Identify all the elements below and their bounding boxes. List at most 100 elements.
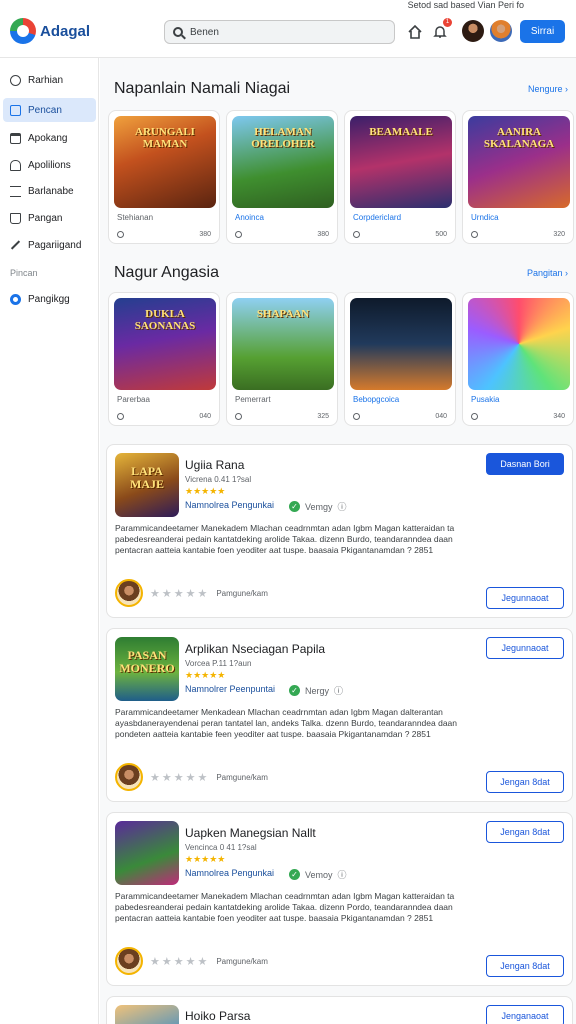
- app-primary-button[interactable]: Dasnan Bori: [486, 453, 564, 475]
- notification-icon[interactable]: 1: [430, 18, 452, 42]
- search-bar[interactable]: [164, 20, 395, 44]
- app-icon[interactable]: [115, 1005, 179, 1024]
- app-version: Vencinca 0 41 1?sal: [185, 843, 257, 852]
- app-primary-button[interactable]: Jenganaoat: [486, 1005, 564, 1024]
- game-name: Pemerrart: [235, 395, 271, 404]
- app-title[interactable]: Uapken Manegsian Nallt: [185, 826, 316, 840]
- rate-label: Pamgune/kam: [216, 956, 268, 966]
- game-name: Parerbaa: [117, 395, 150, 404]
- sidebar-item[interactable]: Pangan: [3, 206, 96, 230]
- app-card[interactable]: Uapken Manegsian Nallt Vencinca 0 41 1?s…: [106, 812, 573, 986]
- search-icon: [173, 27, 183, 37]
- sidebar-section-label: Pincan: [10, 268, 38, 278]
- sidebar-item-label: Pangan: [28, 212, 63, 224]
- search-input[interactable]: [190, 26, 370, 38]
- rate-stars[interactable]: ★★★★★: [150, 771, 209, 784]
- game-name: Stehianan: [117, 213, 154, 222]
- sidebar-item[interactable]: Barlanabe: [3, 179, 96, 203]
- pencil-icon: [10, 240, 21, 250]
- download-icon: [117, 231, 124, 238]
- game-artwork: BEAMAALE: [350, 116, 452, 208]
- search-icon: [10, 74, 21, 86]
- section-title: Napanlain Namali Niagai: [114, 80, 291, 97]
- primary-header-button[interactable]: Sirrai: [520, 20, 565, 43]
- sidebar-item-label: Pencan: [28, 104, 62, 116]
- app-card[interactable]: Hoiko Parsa Jenganaoat: [106, 996, 573, 1024]
- section-see-more-link[interactable]: Nengure ›: [528, 84, 568, 94]
- game-tile[interactable]: DUKLA SAONANAS Parerbaa 040: [108, 292, 220, 426]
- app-icon[interactable]: [115, 821, 179, 885]
- verified-badge: ✓ Vemgy ⓘ: [289, 500, 347, 513]
- game-tile[interactable]: HELAMAN ORELOHER Anoinca 380: [226, 110, 338, 244]
- game-artwork: HELAMAN ORELOHER: [232, 116, 334, 208]
- game-name: Anoinca: [235, 213, 264, 222]
- sidebar: Rarhian Pencan Apokang Apolilions Barlan…: [0, 58, 99, 1024]
- info-icon: ⓘ: [337, 870, 347, 880]
- app-secondary-button[interactable]: Jengan 8dat: [486, 955, 564, 977]
- avatar: [115, 763, 143, 791]
- sidebar-item[interactable]: Pagariigand: [3, 233, 96, 257]
- app-secondary-button[interactable]: Jengan 8dat: [486, 771, 564, 793]
- rate-stars[interactable]: ★★★★★: [150, 587, 209, 600]
- app-card[interactable]: PASAN MONERO Arplikan Nseciagan Papila V…: [106, 628, 573, 802]
- game-tile[interactable]: Bebopgcoica 040: [344, 292, 456, 426]
- game-tile[interactable]: BEAMAALE Corpdericlard 500: [344, 110, 456, 244]
- app-developer[interactable]: Namnolrer Peenpuntai: [185, 684, 275, 694]
- game-artwork: DUKLA SAONANAS: [114, 298, 216, 390]
- avatar[interactable]: [490, 20, 512, 42]
- main-content: Napanlain Namali Niagai Nengure › ARUNGA…: [100, 58, 576, 1024]
- sidebar-item-label: Barlanabe: [28, 185, 74, 197]
- sidebar-item[interactable]: Apolilions: [3, 153, 96, 177]
- app-primary-button[interactable]: Jengan 8dat: [486, 821, 564, 843]
- list-icon: [10, 185, 21, 197]
- sidebar-item[interactable]: Apokang: [3, 126, 96, 150]
- sidebar-item-label: Apolilions: [28, 159, 71, 171]
- app-icon[interactable]: PASAN MONERO: [115, 637, 179, 701]
- user-rating-row: ★★★★★ Pamgune/kam: [115, 579, 268, 607]
- app-primary-button[interactable]: Jegunnaoat: [486, 637, 564, 659]
- radio-icon[interactable]: [10, 293, 21, 305]
- logo-text: Adagal: [40, 22, 91, 40]
- game-tile[interactable]: AANIRA SKALANAGA Urndica 320: [462, 110, 574, 244]
- document-icon: [10, 104, 21, 116]
- app-developer[interactable]: Namnolrea Pengunkai: [185, 500, 274, 510]
- sidebar-item-label: Pangikgg: [28, 293, 70, 305]
- game-artwork: ARUNGALI MAMAN: [114, 116, 216, 208]
- game-name: Bebopgcoica: [353, 395, 400, 404]
- calendar-icon: [10, 132, 21, 144]
- download-icon: [235, 413, 242, 420]
- app-title[interactable]: Arplikan Nseciagan Papila: [185, 642, 325, 656]
- app-card[interactable]: LAPA MAJE Ugiia Rana Vicrena 0.41 1?sal …: [106, 444, 573, 618]
- app-logo[interactable]: Adagal: [10, 18, 90, 44]
- app-developer[interactable]: Namnolrea Pengunkai: [185, 868, 274, 878]
- app-description: Parammicandeetamer Manekadem Mlachan cea…: [115, 891, 455, 923]
- game-tile[interactable]: Pusakia 340: [462, 292, 574, 426]
- game-meta: 340: [471, 413, 565, 420]
- app-title[interactable]: Ugiia Rana: [185, 458, 244, 472]
- game-tile[interactable]: ARUNGALI MAMAN Stehianan 380: [108, 110, 220, 244]
- app-icon[interactable]: LAPA MAJE: [115, 453, 179, 517]
- sidebar-item[interactable]: Pencan: [3, 98, 96, 122]
- app-title[interactable]: Hoiko Parsa: [185, 1009, 250, 1023]
- rate-label: Pamgune/kam: [216, 588, 268, 598]
- top-note: Setod sad based Vian Peri fo: [407, 0, 524, 10]
- sidebar-radio-item[interactable]: Pangikgg: [3, 287, 96, 311]
- avatar[interactable]: [462, 20, 484, 42]
- app-version: Vicrena 0.41 1?sal: [185, 475, 252, 484]
- sidebar-item[interactable]: Rarhian: [3, 68, 96, 92]
- info-icon: ⓘ: [334, 686, 344, 696]
- download-icon: [235, 231, 242, 238]
- download-icon: [353, 413, 360, 420]
- game-meta: 320: [471, 231, 565, 238]
- rate-stars[interactable]: ★★★★★: [150, 955, 209, 968]
- app-secondary-button[interactable]: Jegunnaoat: [486, 587, 564, 609]
- home-icon[interactable]: [405, 22, 425, 42]
- verified-badge: ✓ Vemoy ⓘ: [289, 868, 347, 881]
- game-name: Urndica: [471, 213, 499, 222]
- download-icon: [353, 231, 360, 238]
- top-bar: Setod sad based Vian Peri fo Adagal 1 Si…: [0, 0, 576, 58]
- download-icon: [471, 231, 478, 238]
- game-tile[interactable]: SHAPAAN Pemerrart 325: [226, 292, 338, 426]
- section-see-more-link[interactable]: Pangitan ›: [527, 268, 568, 278]
- user-rating-row: ★★★★★ Pamgune/kam: [115, 763, 268, 791]
